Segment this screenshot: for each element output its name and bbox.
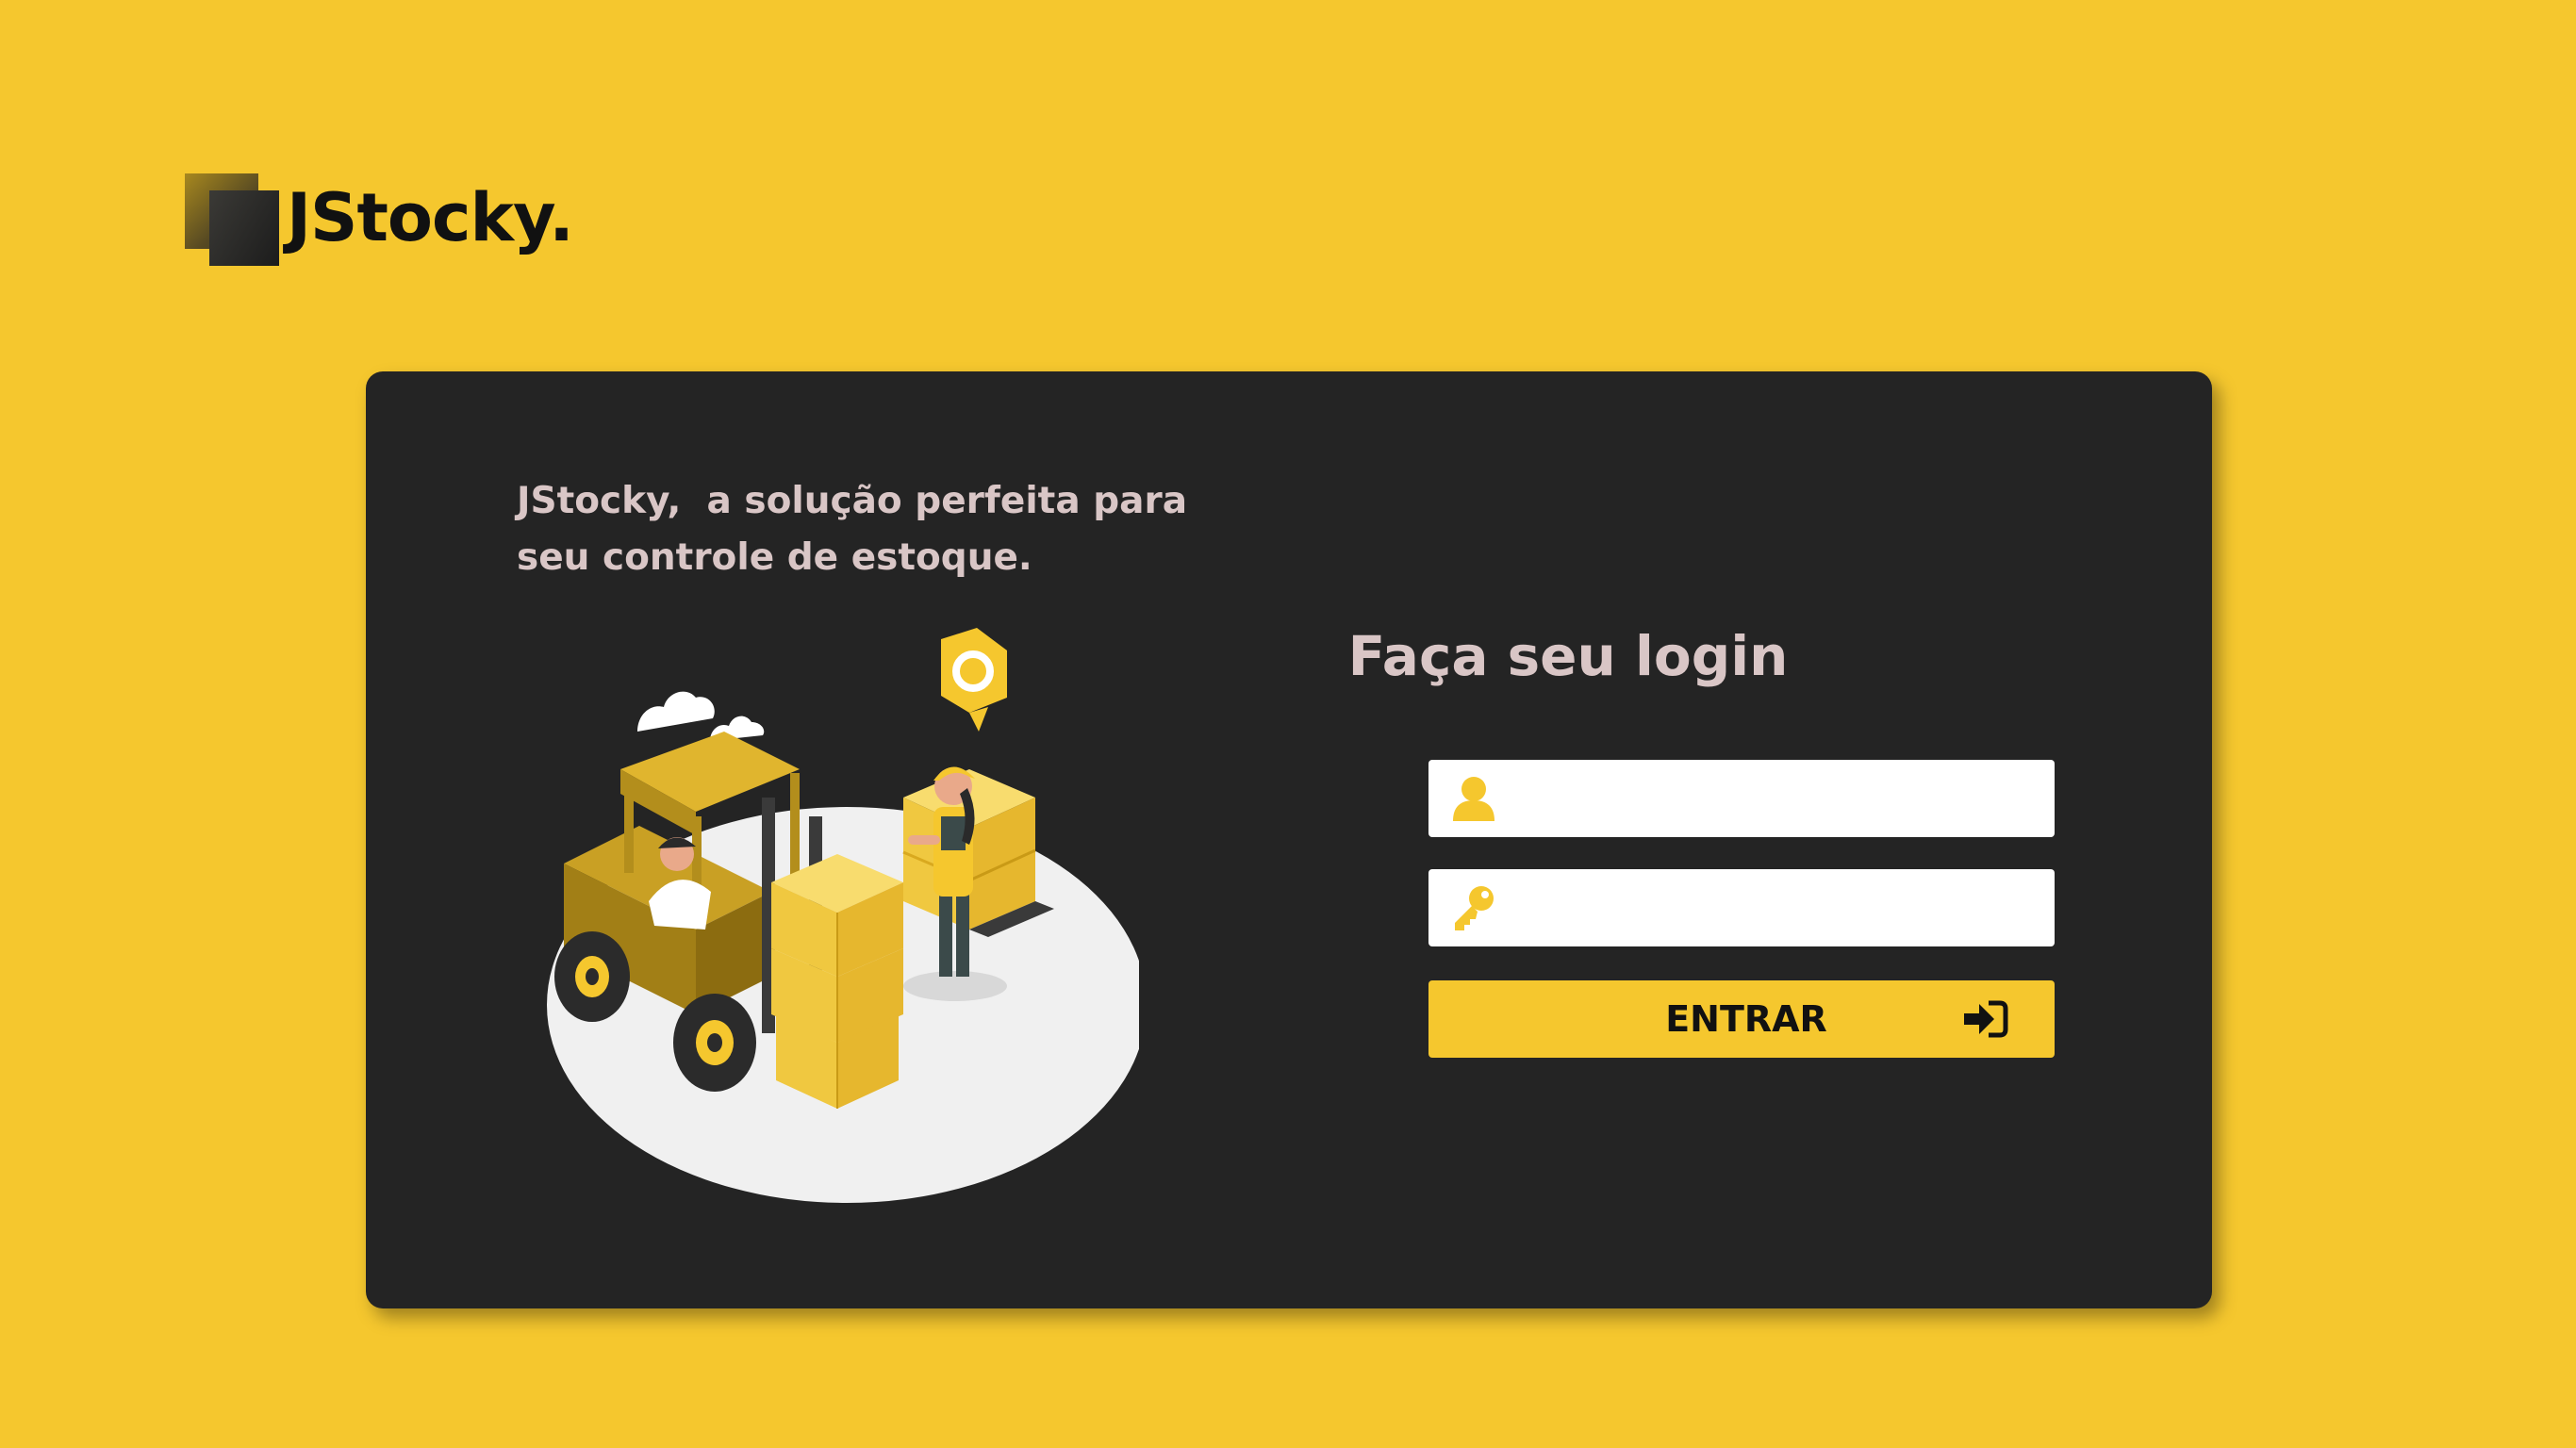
tagline-line-1: JStocky, a solução perfeita para: [517, 480, 1188, 522]
login-button[interactable]: ENTRAR: [1428, 980, 2055, 1058]
login-button-label: ENTRAR: [1665, 998, 1827, 1040]
logo-mark-icon: [185, 173, 283, 266]
username-input[interactable]: [1519, 760, 2055, 837]
brand-logo: JStocky.: [185, 173, 574, 266]
tagline-line-2: seu controle de estoque.: [517, 536, 1032, 579]
login-card: JStocky, a solução perfeita para seu con…: [366, 371, 2212, 1308]
key-icon: [1428, 883, 1519, 932]
tagline: JStocky, a solução perfeita para seu con…: [517, 473, 1233, 586]
warehouse-forklift-illustration: [547, 628, 1139, 1203]
password-input[interactable]: [1519, 869, 2055, 946]
brand-name: JStocky.: [287, 179, 574, 256]
username-field[interactable]: [1428, 760, 2055, 837]
user-icon: [1428, 774, 1519, 823]
password-field[interactable]: [1428, 869, 2055, 946]
login-title: Faça seu login: [1347, 624, 1789, 688]
sign-in-icon: [1962, 999, 2009, 1042]
